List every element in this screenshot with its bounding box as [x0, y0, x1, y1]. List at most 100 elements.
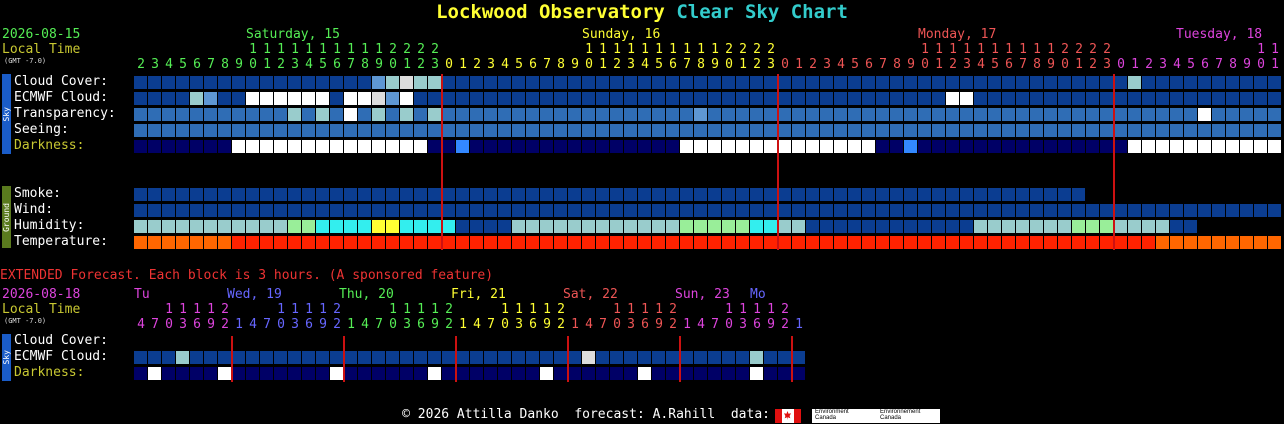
cell-smoke-53[interactable]: [876, 188, 889, 201]
cell-temperature-75[interactable]: [1184, 236, 1197, 249]
cell-wind-53[interactable]: [876, 204, 889, 217]
cell-humidity-71[interactable]: [1128, 220, 1141, 233]
ext-cell-ecmwf-7[interactable]: [232, 351, 245, 364]
cell-darkness-32[interactable]: [582, 140, 595, 153]
cell-darkness-52[interactable]: [862, 140, 875, 153]
cell-humidity-32[interactable]: [582, 220, 595, 233]
cell-seeing-1[interactable]: [148, 124, 161, 137]
cell-ecmwf-32[interactable]: [582, 92, 595, 105]
cell-ecmwf-4[interactable]: [190, 92, 203, 105]
cell-darkness-7[interactable]: [232, 140, 245, 153]
cell-transparency-30[interactable]: [554, 108, 567, 121]
cell-seeing-26[interactable]: [498, 124, 511, 137]
ext-cell-darkness-3[interactable]: [176, 367, 189, 380]
cell-humidity-20[interactable]: [414, 220, 427, 233]
cell-temperature-62[interactable]: [1002, 236, 1015, 249]
cell-transparency-45[interactable]: [764, 108, 777, 121]
cell-wind-36[interactable]: [638, 204, 651, 217]
cell-cloud-55[interactable]: [904, 76, 917, 89]
cell-cloud-2[interactable]: [162, 76, 175, 89]
cell-transparency-68[interactable]: [1086, 108, 1099, 121]
cell-humidity-64[interactable]: [1030, 220, 1043, 233]
cell-darkness-63[interactable]: [1016, 140, 1029, 153]
cell-wind-39[interactable]: [680, 204, 693, 217]
cell-cloud-12[interactable]: [302, 76, 315, 89]
cell-wind-48[interactable]: [806, 204, 819, 217]
row-label-ecmwf[interactable]: ECMWF Cloud:: [14, 90, 108, 105]
ext-cell-darkness-36[interactable]: [638, 367, 651, 380]
cell-smoke-52[interactable]: [862, 188, 875, 201]
cell-ecmwf-13[interactable]: [316, 92, 329, 105]
cell-smoke-16[interactable]: [358, 188, 371, 201]
cell-cloud-28[interactable]: [526, 76, 539, 89]
cell-ecmwf-65[interactable]: [1044, 92, 1057, 105]
ext-cell-ecmwf-3[interactable]: [176, 351, 189, 364]
cell-temperature-45[interactable]: [764, 236, 777, 249]
cell-wind-4[interactable]: [190, 204, 203, 217]
ext-cell-ecmwf-4[interactable]: [190, 351, 203, 364]
ext-cell-ecmwf-21[interactable]: [428, 351, 441, 364]
ext-cell-darkness-29[interactable]: [540, 367, 553, 380]
cell-darkness-19[interactable]: [400, 140, 413, 153]
cell-temperature-76[interactable]: [1198, 236, 1211, 249]
cell-ecmwf-36[interactable]: [638, 92, 651, 105]
cell-cloud-44[interactable]: [750, 76, 763, 89]
cell-ecmwf-19[interactable]: [400, 92, 413, 105]
cell-temperature-11[interactable]: [288, 236, 301, 249]
cell-cloud-45[interactable]: [764, 76, 777, 89]
cell-ecmwf-30[interactable]: [554, 92, 567, 105]
cell-ecmwf-48[interactable]: [806, 92, 819, 105]
extended-notice[interactable]: EXTENDED Forecast. Each block is 3 hours…: [0, 268, 493, 283]
cell-cloud-73[interactable]: [1156, 76, 1169, 89]
cell-humidity-25[interactable]: [484, 220, 497, 233]
cell-transparency-4[interactable]: [190, 108, 203, 121]
cell-cloud-35[interactable]: [624, 76, 637, 89]
cell-transparency-24[interactable]: [470, 108, 483, 121]
cell-seeing-35[interactable]: [624, 124, 637, 137]
cell-temperature-4[interactable]: [190, 236, 203, 249]
cell-seeing-69[interactable]: [1100, 124, 1113, 137]
cell-smoke-11[interactable]: [288, 188, 301, 201]
cell-cloud-7[interactable]: [232, 76, 245, 89]
cell-seeing-56[interactable]: [918, 124, 931, 137]
ext-cell-ecmwf-46[interactable]: [778, 351, 791, 364]
cell-darkness-18[interactable]: [386, 140, 399, 153]
cell-cloud-69[interactable]: [1100, 76, 1113, 89]
cell-cloud-36[interactable]: [638, 76, 651, 89]
cell-humidity-8[interactable]: [246, 220, 259, 233]
cell-humidity-70[interactable]: [1114, 220, 1127, 233]
cell-smoke-32[interactable]: [582, 188, 595, 201]
ext-cell-darkness-4[interactable]: [190, 367, 203, 380]
cell-smoke-13[interactable]: [316, 188, 329, 201]
cell-transparency-34[interactable]: [610, 108, 623, 121]
cell-darkness-38[interactable]: [666, 140, 679, 153]
cell-darkness-33[interactable]: [596, 140, 609, 153]
cell-temperature-81[interactable]: [1268, 236, 1281, 249]
ext-cell-darkness-15[interactable]: [344, 367, 357, 380]
cell-wind-74[interactable]: [1170, 204, 1183, 217]
cell-cloud-68[interactable]: [1086, 76, 1099, 89]
ext-cell-darkness-42[interactable]: [722, 367, 735, 380]
cell-transparency-47[interactable]: [792, 108, 805, 121]
cell-seeing-23[interactable]: [456, 124, 469, 137]
cell-temperature-10[interactable]: [274, 236, 287, 249]
cell-smoke-27[interactable]: [512, 188, 525, 201]
cell-seeing-78[interactable]: [1226, 124, 1239, 137]
cell-cloud-65[interactable]: [1044, 76, 1057, 89]
cell-seeing-65[interactable]: [1044, 124, 1057, 137]
cell-seeing-60[interactable]: [974, 124, 987, 137]
ext-cell-darkness-28[interactable]: [526, 367, 539, 380]
cell-ecmwf-43[interactable]: [736, 92, 749, 105]
cell-seeing-12[interactable]: [302, 124, 315, 137]
cell-ecmwf-16[interactable]: [358, 92, 371, 105]
cell-smoke-17[interactable]: [372, 188, 385, 201]
cell-darkness-17[interactable]: [372, 140, 385, 153]
cell-humidity-42[interactable]: [722, 220, 735, 233]
cell-temperature-77[interactable]: [1212, 236, 1225, 249]
cell-cloud-81[interactable]: [1268, 76, 1281, 89]
cell-ecmwf-22[interactable]: [442, 92, 455, 105]
ext-cell-darkness-45[interactable]: [764, 367, 777, 380]
cell-temperature-27[interactable]: [512, 236, 525, 249]
cell-temperature-29[interactable]: [540, 236, 553, 249]
cell-transparency-11[interactable]: [288, 108, 301, 121]
